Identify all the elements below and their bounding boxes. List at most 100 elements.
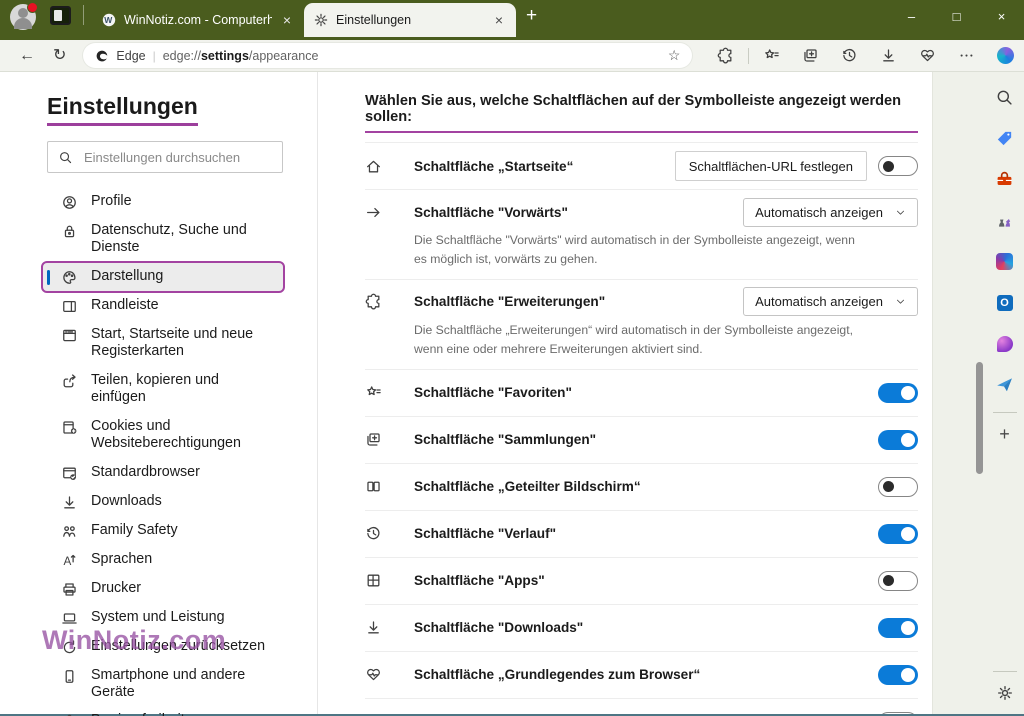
close-button[interactable]: ×: [979, 0, 1024, 32]
new-tab-button[interactable]: +: [526, 6, 537, 25]
sidebar-item-datenschutz-suche-und-dienste[interactable]: Datenschutz, Suche und Dienste: [43, 217, 283, 262]
collections-icon: [365, 431, 382, 448]
more-icon[interactable]: [958, 47, 975, 64]
sidebar-item-label: Drucker: [91, 579, 142, 596]
toolbar-button-row-schaltfl-che-erweiterungen: Schaltfläche "Erweiterungen" Automatisch …: [365, 280, 918, 370]
outlook-icon[interactable]: O: [995, 293, 1014, 312]
toggle-schaltfl-che-internet-explorer-modus-ie-modus[interactable]: [878, 711, 918, 714]
sidebar-item-drucker[interactable]: Drucker: [43, 575, 283, 603]
add-to-sidebar-button[interactable]: +: [999, 425, 1010, 443]
favorite-this-page-icon[interactable]: ☆: [668, 47, 681, 64]
row-label: Schaltfläche "Verlauf": [414, 526, 557, 542]
toolbox-icon[interactable]: [995, 170, 1014, 189]
sidebar-item-randleiste[interactable]: Randleiste: [43, 292, 283, 320]
profile-avatar[interactable]: [10, 1, 38, 30]
sidebar-settings-gear-icon[interactable]: [996, 684, 1014, 702]
dropdown-schaltfl-che-vorw-rts[interactable]: Automatisch anzeigen: [743, 197, 918, 227]
copilot-icon[interactable]: [997, 47, 1015, 64]
toggle-schaltfl-che-geteilter-bildschirm[interactable]: [878, 476, 918, 497]
browser-essentials-icon[interactable]: [919, 47, 936, 64]
toggle-schaltfl-che-apps[interactable]: [878, 570, 918, 591]
toolbar-button-row-schaltfl-che-geteilter-bildschirm: Schaltfläche „Geteilter Bildschirm“: [365, 464, 918, 511]
history-icon[interactable]: [841, 47, 858, 64]
toggle-schaltfl-che-startseite[interactable]: [878, 156, 918, 176]
address-bar[interactable]: Edge | edge://settings/appearance ☆: [83, 43, 693, 68]
refresh-button[interactable]: ↻: [53, 47, 66, 64]
sidebar-item-einstellungen-zur-cksetzen[interactable]: Einstellungen zurücksetzen: [43, 633, 283, 661]
extensions-icon: [365, 293, 382, 310]
sidebar-pane-icon: [61, 298, 78, 315]
tab-close-icon[interactable]: ×: [491, 12, 507, 28]
toggle-schaltfl-che-favoriten[interactable]: [878, 382, 918, 403]
toggle-schaltfl-che-grundlegendes-zum-browser[interactable]: [878, 664, 918, 685]
address-divider: |: [152, 48, 156, 63]
edge-sidebar-rail: O +: [985, 72, 1024, 714]
shopping-icon[interactable]: [995, 129, 1014, 148]
sidebar-item-sprachen[interactable]: A Sprachen: [43, 546, 283, 574]
chevron-down-icon: [895, 207, 906, 218]
settings-search[interactable]: [47, 141, 283, 173]
search-icon[interactable]: [995, 88, 1014, 107]
toggle-schaltfl-che-downloads[interactable]: [878, 617, 918, 638]
scrollbar-thumb[interactable]: [976, 362, 983, 474]
dropdown-schaltfl-che-erweiterungen[interactable]: Automatisch anzeigen: [743, 287, 918, 317]
sidebar-item-smartphone-und-andere-ger-te[interactable]: Smartphone und andere Geräte: [43, 662, 283, 707]
sidebar-item-label: Einstellungen zurücksetzen: [91, 637, 266, 654]
sidebar-item-label: Barrierefreiheit: [91, 712, 185, 716]
scrollbar-track[interactable]: [932, 72, 985, 714]
sidebar-item-barrierefreiheit[interactable]: Barrierefreiheit: [43, 707, 283, 716]
sidebar-item-darstellung[interactable]: Darstellung: [41, 260, 285, 293]
favorites-icon: [365, 384, 382, 401]
extensions-icon[interactable]: [717, 47, 734, 64]
minimize-button[interactable]: –: [889, 0, 934, 32]
tab-strip-divider: [83, 5, 84, 25]
games-icon[interactable]: [995, 211, 1014, 230]
toolbar-button-row-schaltfl-che-apps: Schaltfläche "Apps": [365, 558, 918, 605]
svg-text:W: W: [104, 15, 113, 25]
tab-settings[interactable]: Einstellungen ×: [304, 3, 516, 37]
sidebar-item-label: Standardbrowser: [91, 463, 200, 480]
toggle-schaltfl-che-verlauf[interactable]: [878, 523, 918, 544]
dropdown-value: Automatisch anzeigen: [755, 204, 883, 220]
downloads-icon[interactable]: [880, 47, 897, 64]
search-input[interactable]: [82, 148, 272, 166]
settings-content: Wählen Sie aus, welche Schaltflächen auf…: [318, 72, 932, 714]
favorites-bar-icon[interactable]: [763, 47, 780, 64]
gear-icon: [313, 12, 329, 28]
tab-winnotiz[interactable]: W WinNotiz.com - Computerhilfe u ×: [92, 3, 304, 37]
m365-icon[interactable]: [995, 252, 1014, 271]
sidebar-item-profile[interactable]: Profile: [43, 188, 283, 216]
drop-icon[interactable]: [995, 334, 1014, 353]
back-button[interactable]: ←: [19, 47, 35, 64]
workspaces-icon[interactable]: [50, 5, 71, 25]
sidebar-item-label: Family Safety: [91, 521, 178, 538]
rail-divider: [992, 671, 1017, 672]
set-button-url-button[interactable]: Schaltflächen-URL festlegen: [674, 151, 867, 181]
maximize-button[interactable]: □: [934, 0, 979, 32]
split-screen-icon: [365, 478, 382, 495]
sidebar-item-system-und-leistung[interactable]: System und Leistung: [43, 604, 283, 632]
default-browser-icon: [61, 465, 78, 482]
sidebar-item-label: Cookies und Websiteberechtigungen: [91, 417, 241, 452]
system-icon: [61, 610, 78, 627]
toolbar-button-row-schaltfl-che-favoriten: Schaltfläche "Favoriten": [365, 370, 918, 417]
sidebar-item-family-safety[interactable]: Family Safety: [43, 517, 283, 545]
start-home-icon: [61, 327, 78, 344]
reset-icon: [61, 639, 78, 656]
sidebar-item-standardbrowser[interactable]: Standardbrowser: [43, 459, 283, 487]
row-label: Schaltfläche „Geteilter Bildschirm“: [414, 479, 641, 495]
sidebar-item-cookies-und-websiteberechtigungen[interactable]: Cookies und Websiteberechtigungen: [43, 413, 283, 458]
sidebar-item-downloads[interactable]: Downloads: [43, 488, 283, 516]
sidebar-item-label: Randleiste: [91, 296, 159, 313]
collections-icon[interactable]: [802, 47, 819, 64]
languages-icon: A: [61, 552, 78, 569]
sidebar-item-start-startseite-und-neue-registerkarten[interactable]: Start, Startseite und neue Registerkarte…: [43, 321, 283, 366]
tab-close-icon[interactable]: ×: [279, 12, 295, 28]
row-label: Schaltfläche "Vorwärts": [414, 204, 568, 220]
row-label: Schaltfläche "Sammlungen": [414, 432, 597, 448]
sidebar-item-teilen-kopieren-und-einf-gen[interactable]: Teilen, kopieren und einfügen: [43, 367, 283, 412]
send-icon[interactable]: [995, 375, 1014, 394]
browser-essentials-icon: [365, 666, 382, 683]
toolbar-button-row-schaltfl-che-startseite: Schaltfläche „Startseite“ Schaltflächen-U…: [365, 143, 918, 190]
toggle-schaltfl-che-sammlungen[interactable]: [878, 429, 918, 450]
